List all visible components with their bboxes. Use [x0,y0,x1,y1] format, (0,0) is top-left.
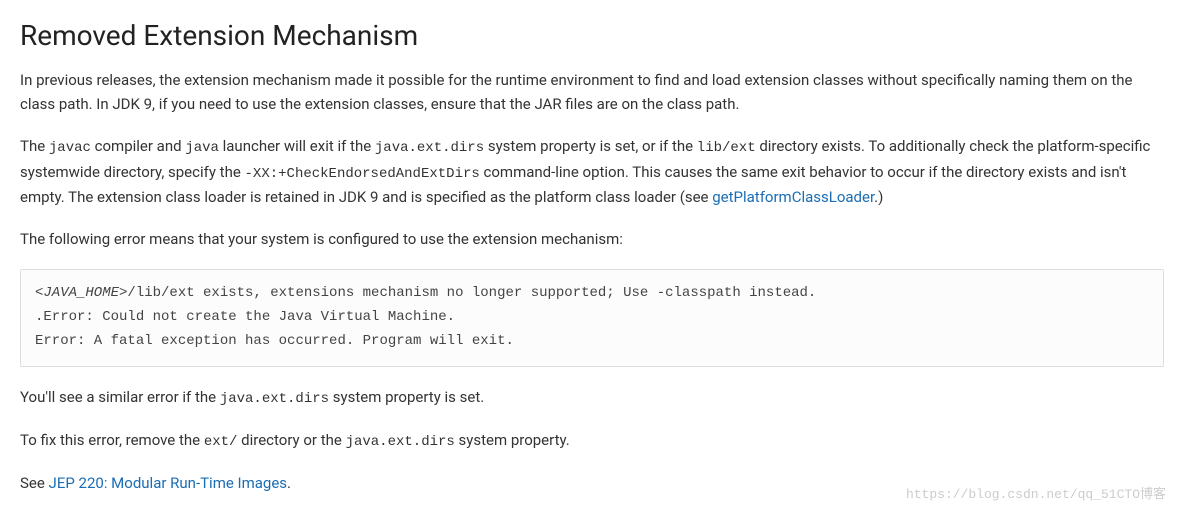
see-also-paragraph: See JEP 220: Modular Run-Time Images. [20,471,1164,495]
link-getplatformclassloader[interactable]: getPlatformClassLoader [712,188,874,206]
code-line: Error: A fatal exception has occurred. P… [35,333,514,349]
text: system property. [455,431,570,449]
code-java-ext-dirs: java.ext.dirs [220,391,329,407]
code-xx-option: -XX:+CheckEndorsedAndExtDirs [245,166,480,182]
link-jep-220[interactable]: JEP 220: Modular Run-Time Images [49,474,288,492]
intro-paragraph: In previous releases, the extension mech… [20,68,1164,116]
error-intro-paragraph: The following error means that your syst… [20,227,1164,251]
code-line: .Error: Could not create the Java Virtua… [35,309,455,325]
fix-error-paragraph: To fix this error, remove the ext/ direc… [20,428,1164,453]
code-java: java [185,140,219,156]
text: .) [874,188,883,206]
text: See [20,474,49,492]
text: . [287,474,291,492]
text: compiler and [91,137,185,155]
text: You'll see a similar error if the [20,388,220,406]
text: The [20,137,49,155]
error-code-block: <JAVA_HOME>/lib/ext exists, extensions m… [20,269,1164,366]
text: system property is set. [329,388,484,406]
code-line: /lib/ext exists, extensions mechanism no… [127,285,816,301]
javac-java-paragraph: The javac compiler and java launcher wil… [20,134,1164,209]
code-java-ext-dirs: java.ext.dirs [346,434,455,450]
text: To fix this error, remove the [20,431,204,449]
text: launcher will exit if the [219,137,375,155]
text: system property is set, or if the [484,137,697,155]
page-title: Removed Extension Mechanism [20,18,1164,54]
code-java-home: <JAVA_HOME> [35,285,127,301]
code-javac: javac [49,140,91,156]
code-lib-ext: lib/ext [697,140,756,156]
code-ext: ext/ [204,434,238,450]
code-java-ext-dirs: java.ext.dirs [375,140,484,156]
text: directory or the [237,431,345,449]
similar-error-paragraph: You'll see a similar error if the java.e… [20,385,1164,410]
